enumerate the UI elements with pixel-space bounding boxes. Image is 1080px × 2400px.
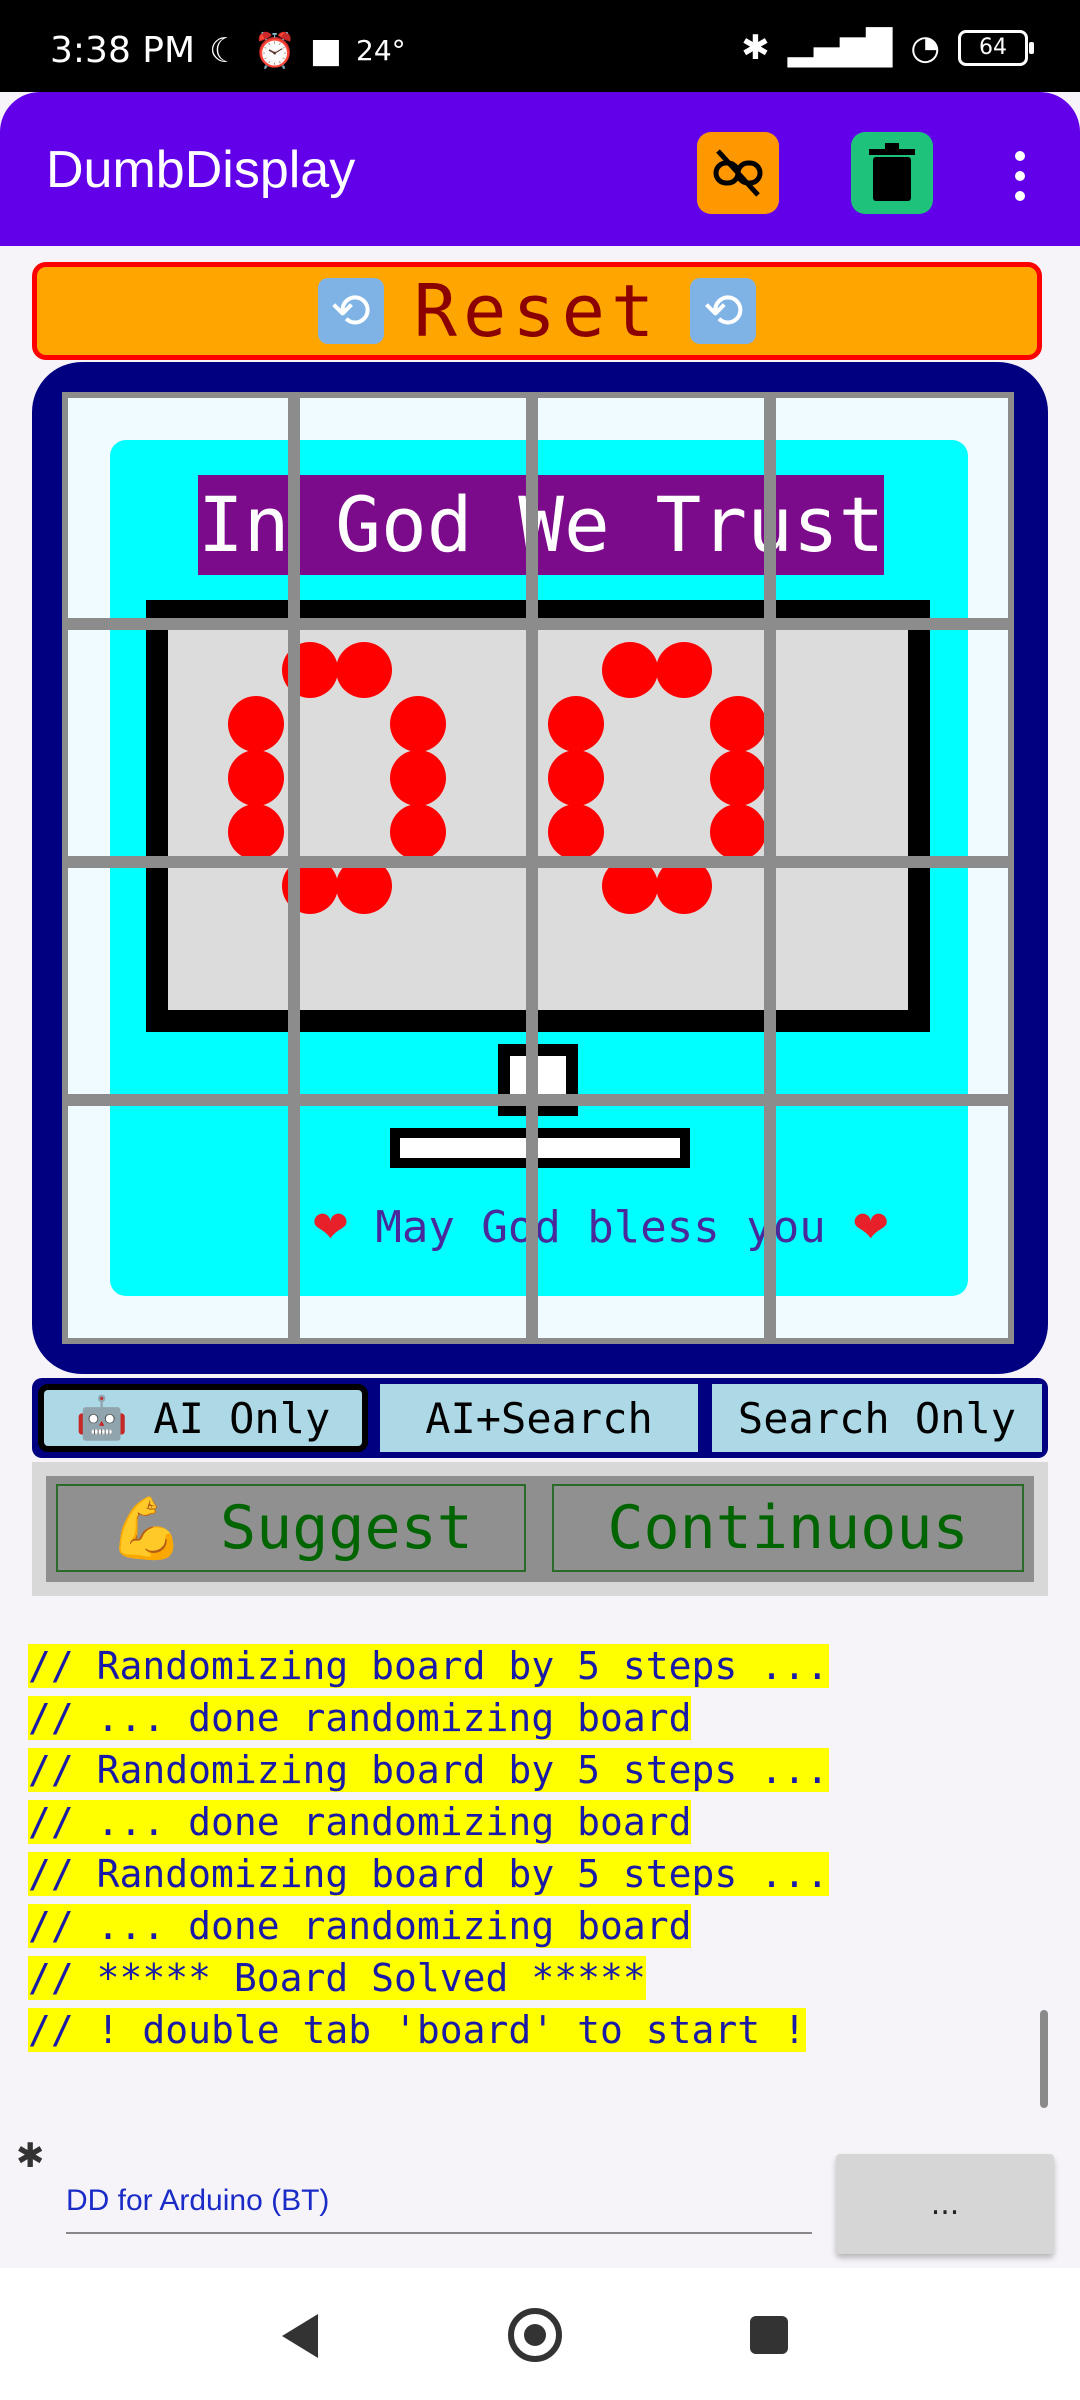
bluetooth-icon: ✱ [741, 28, 770, 68]
log-text: // Randomizing board by 5 steps ... [28, 1852, 829, 1896]
continuous-button[interactable]: Continuous [552, 1484, 1024, 1572]
flexed-arm-icon: 💪 [109, 1493, 184, 1564]
alarm-icon: ⏰ [253, 30, 296, 71]
log-text: // ! double tab 'board' to start ! [28, 2008, 806, 2052]
overflow-menu-button[interactable] [1000, 136, 1040, 216]
video-icon: ■ [309, 30, 343, 71]
temperature: 24° [356, 34, 406, 67]
log-line: // ... done randomizing board [28, 1900, 829, 1952]
status-bar: 3:38 PM ☾ ⏰ ■ 24° ✱ ▂▄▆█ ◔ 64 [0, 0, 1080, 92]
battery-icon: 64 [958, 30, 1034, 66]
recents-icon[interactable] [750, 2316, 788, 2354]
mode-ai-search[interactable]: AI+Search [380, 1384, 698, 1452]
log-line: // ! double tab 'board' to start ! [28, 2004, 829, 2056]
unlink-button[interactable] [697, 132, 779, 214]
log-line: // ... done randomizing board [28, 1692, 829, 1744]
bluetooth-icon: ✱ [16, 2136, 45, 2176]
connection-menu-button[interactable]: ... [836, 2154, 1054, 2254]
mode-label: AI+Search [425, 1393, 653, 1443]
mode-label: AI Only [153, 1393, 331, 1443]
trash-icon [869, 143, 915, 201]
connection-underline [66, 2232, 812, 2234]
log-line: // Randomizing board by 5 steps ... [28, 1744, 829, 1796]
log-text: // Randomizing board by 5 steps ... [28, 1748, 829, 1792]
log-line: // Randomizing board by 5 steps ... [28, 1640, 829, 1692]
log-line: // ... done randomizing board [28, 1796, 829, 1848]
navigation-bar [0, 2268, 1080, 2400]
reset-button[interactable]: ⟲ Reset ⟲ [32, 262, 1042, 360]
reset-label: Reset [413, 269, 661, 353]
wifi-icon: ◔ [910, 28, 940, 68]
log-text: // ... done randomizing board [28, 1904, 692, 1948]
puzzle-board[interactable]: In God We Trust ❤ May God bless you ❤ [62, 392, 1014, 1344]
robot-icon: 🤖 [75, 1393, 128, 1442]
log-line: // ***** Board Solved ***** [28, 1952, 829, 2004]
link-off-icon [713, 149, 763, 197]
log-text: // Randomizing board by 5 steps ... [28, 1644, 829, 1688]
dot-icon [1015, 151, 1025, 161]
cycle-arrows-icon: ⟲ [690, 278, 757, 344]
dot-icon [1015, 171, 1025, 181]
log-scrollbar[interactable] [1040, 2010, 1048, 2108]
mode-label: Search Only [737, 1393, 1017, 1443]
app-title: DumbDisplay [46, 141, 356, 199]
log-text: // ***** Board Solved ***** [28, 1956, 646, 2000]
log-line: // Randomizing board by 5 steps ... [28, 1848, 829, 1900]
signal-icon: ▂▄▆█ [787, 28, 893, 68]
home-icon[interactable] [508, 2308, 562, 2362]
cycle-arrows-icon: ⟲ [317, 278, 384, 344]
log-text: // ... done randomizing board [28, 1800, 692, 1844]
delete-button[interactable] [851, 132, 933, 214]
board-border [62, 392, 1014, 1344]
mode-search-only[interactable]: Search Only [712, 1384, 1042, 1452]
moon-icon: ☾ [209, 30, 240, 71]
mode-selector: 🤖 AI Only AI+Search Search Only [32, 1378, 1048, 1458]
back-icon[interactable] [282, 2314, 318, 2358]
app-bar: DumbDisplay [0, 92, 1080, 246]
log-text: // ... done randomizing board [28, 1696, 692, 1740]
action-bar: 💪 Suggest Continuous [32, 1462, 1048, 1596]
suggest-button[interactable]: 💪 Suggest [56, 1484, 526, 1572]
clock: 3:38 PM [50, 30, 196, 71]
continuous-label: Continuous [607, 1493, 969, 1563]
mode-ai-only[interactable]: 🤖 AI Only [38, 1384, 368, 1452]
action-bar-inner: 💪 Suggest Continuous [46, 1476, 1034, 1582]
log-output: // Randomizing board by 5 steps ... // .… [28, 1640, 829, 2056]
suggest-label: Suggest [219, 1493, 473, 1563]
battery-level: 64 [979, 35, 1007, 60]
connection-label[interactable]: DD for Arduino (BT) [66, 2184, 329, 2218]
dot-icon [1015, 191, 1025, 201]
